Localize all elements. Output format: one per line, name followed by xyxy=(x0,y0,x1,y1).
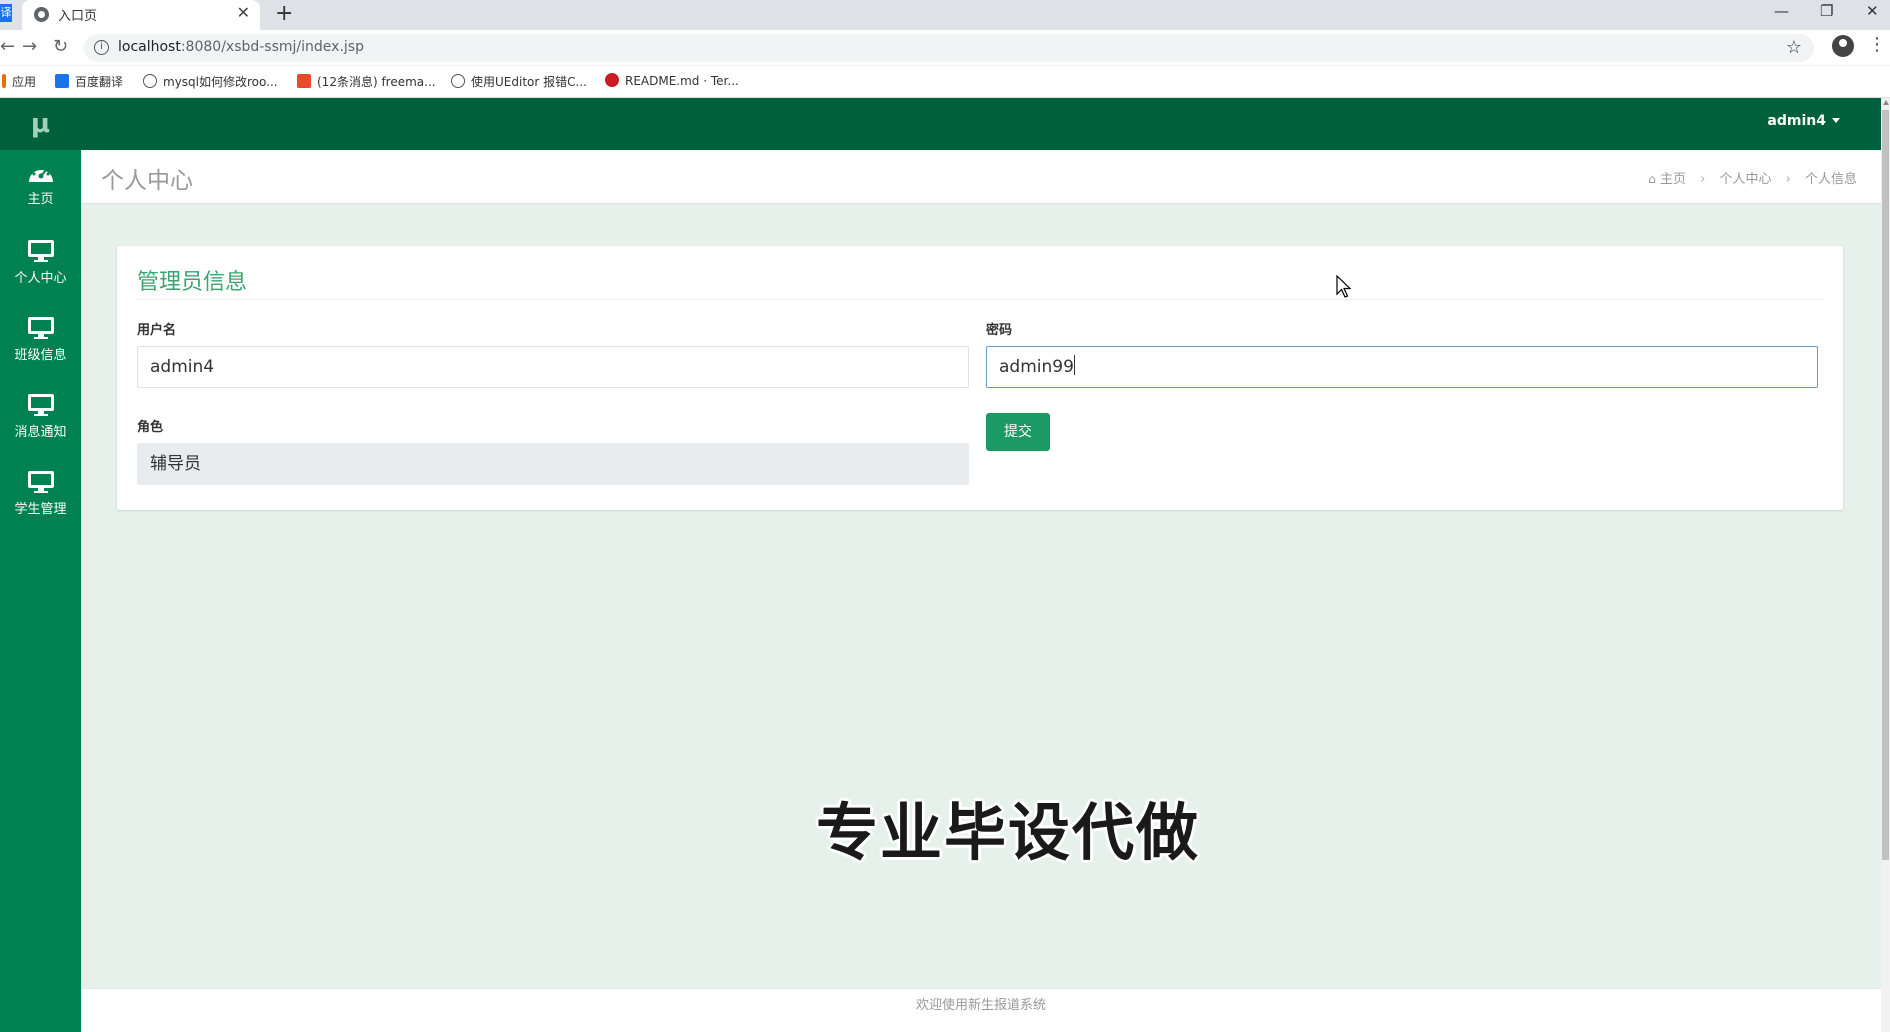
home-icon: ⌂ xyxy=(1648,172,1656,186)
bookmark-apps[interactable]: 应用 xyxy=(2,73,36,90)
translate-icon xyxy=(55,74,69,88)
bookmark-icon xyxy=(451,74,465,88)
tab-title: 入口页 xyxy=(58,9,98,24)
new-tab-button[interactable]: + xyxy=(275,0,293,28)
browser-tab-bar: 译 入口页 ✕ + — ❐ ✕ xyxy=(0,0,1890,30)
bookmark-star-icon[interactable]: ☆ xyxy=(1786,37,1802,58)
url-text[interactable]: localhost:8080/xsbd-ssmj/index.jsp xyxy=(118,39,364,55)
scroll-thumb[interactable] xyxy=(1882,110,1889,860)
dashboard-icon xyxy=(28,167,53,182)
mouse-pointer-icon xyxy=(1336,275,1352,298)
sidebar-label: 班级信息 xyxy=(14,348,67,363)
sidebar-item-class-info[interactable]: 班级信息 xyxy=(0,304,81,374)
minimize-icon[interactable]: — xyxy=(1774,2,1789,20)
sidebar-item-personal-center[interactable]: 个人中心 xyxy=(0,227,81,297)
apps-icon xyxy=(2,74,6,88)
page-scrollbar[interactable] xyxy=(1881,98,1890,1032)
account-icon[interactable] xyxy=(1832,35,1854,57)
bookmark-csdn[interactable]: (12条消息) freema... xyxy=(297,73,436,90)
sidebar: μ 主页 个人中心 班级信息 消息通知 学生管理 xyxy=(0,98,81,1032)
address-bar[interactable]: i localhost:8080/xsbd-ssmj/index.jsp ☆ xyxy=(84,34,1814,62)
bookmarks-bar: 应用 百度翻译 mysql如何修改roo... (12条消息) freema..… xyxy=(0,66,1890,98)
user-menu[interactable]: admin4 xyxy=(1767,113,1840,129)
role-field: 辅导员 xyxy=(137,443,969,485)
sidebar-item-student-management[interactable]: 学生管理 xyxy=(0,458,81,528)
caret-down-icon xyxy=(1832,118,1840,123)
csdn-icon xyxy=(297,74,311,88)
text-cursor xyxy=(1073,355,1075,375)
monitor-icon xyxy=(27,394,54,416)
monitor-icon xyxy=(27,240,54,262)
user-name: admin4 xyxy=(1767,113,1826,129)
restore-icon[interactable]: ❐ xyxy=(1820,2,1833,20)
panel-divider xyxy=(137,299,1823,300)
sidebar-item-notifications[interactable]: 消息通知 xyxy=(0,381,81,451)
page-title: 个人中心 xyxy=(101,168,193,194)
sidebar-label: 主页 xyxy=(27,192,54,207)
window-close-icon[interactable]: ✕ xyxy=(1866,2,1879,20)
bookmark-baidu-translate[interactable]: 百度翻译 xyxy=(55,73,123,90)
gitee-icon xyxy=(605,73,619,87)
bookmark-mysql[interactable]: mysql如何修改roo... xyxy=(143,73,278,90)
reload-icon[interactable]: ↻ xyxy=(53,36,68,57)
monitor-icon xyxy=(27,471,54,493)
password-label: 密码 xyxy=(986,323,1013,338)
browser-tab-active[interactable]: 入口页 ✕ xyxy=(22,0,260,30)
password-value: admin99 xyxy=(999,357,1074,377)
content-header: 个人中心 ⌂ 主页 › 个人中心 › 个人信息 xyxy=(81,150,1881,204)
sidebar-label: 学生管理 xyxy=(14,502,67,517)
bookmark-icon xyxy=(143,74,157,88)
scroll-up-icon[interactable] xyxy=(1883,100,1889,105)
watermark-text: 专业毕设代做 xyxy=(815,796,1200,869)
username-label: 用户名 xyxy=(137,323,177,338)
breadcrumb-current: 个人信息 xyxy=(1804,172,1857,187)
globe-icon xyxy=(34,7,49,22)
footer: 欢迎使用新生报道系统 xyxy=(81,988,1881,1032)
breadcrumb-home[interactable]: 主页 xyxy=(1660,172,1686,187)
close-tab-icon[interactable]: ✕ xyxy=(237,3,250,22)
breadcrumb-separator: › xyxy=(1785,172,1791,187)
top-navbar: admin4 xyxy=(81,98,1890,150)
panel-title: 管理员信息 xyxy=(137,270,248,295)
admin-info-panel: 管理员信息 用户名 admin4 密码 admin99 角色 辅导员 提交 xyxy=(117,246,1843,510)
sidebar-label: 个人中心 xyxy=(14,271,67,286)
sidebar-label: 消息通知 xyxy=(14,425,67,440)
submit-button[interactable]: 提交 xyxy=(986,413,1050,451)
forward-icon[interactable]: → xyxy=(22,36,37,57)
browser-menu-icon[interactable]: ⋮ xyxy=(1868,34,1886,55)
role-label: 角色 xyxy=(137,420,164,435)
breadcrumb: ⌂ 主页 › 个人中心 › 个人信息 xyxy=(1648,168,1857,187)
breadcrumb-separator: › xyxy=(1700,172,1706,187)
breadcrumb-personal-center[interactable]: 个人中心 xyxy=(1719,172,1771,187)
username-field[interactable]: admin4 xyxy=(137,346,969,388)
browser-address-row: ← → ↻ i localhost:8080/xsbd-ssmj/index.j… xyxy=(0,30,1890,66)
monitor-icon xyxy=(27,317,54,339)
bookmark-ueditor[interactable]: 使用UEditor 报错C... xyxy=(451,73,587,90)
bookmark-readme[interactable]: README.md · Ter... xyxy=(605,73,739,88)
app-logo[interactable]: μ xyxy=(0,98,81,150)
info-icon[interactable]: i xyxy=(94,40,109,55)
password-field[interactable]: admin99 xyxy=(986,346,1818,388)
previous-tab-fragment[interactable]: 译 xyxy=(0,4,12,22)
sidebar-item-home[interactable]: 主页 xyxy=(0,150,81,220)
back-icon[interactable]: ← xyxy=(0,36,15,57)
